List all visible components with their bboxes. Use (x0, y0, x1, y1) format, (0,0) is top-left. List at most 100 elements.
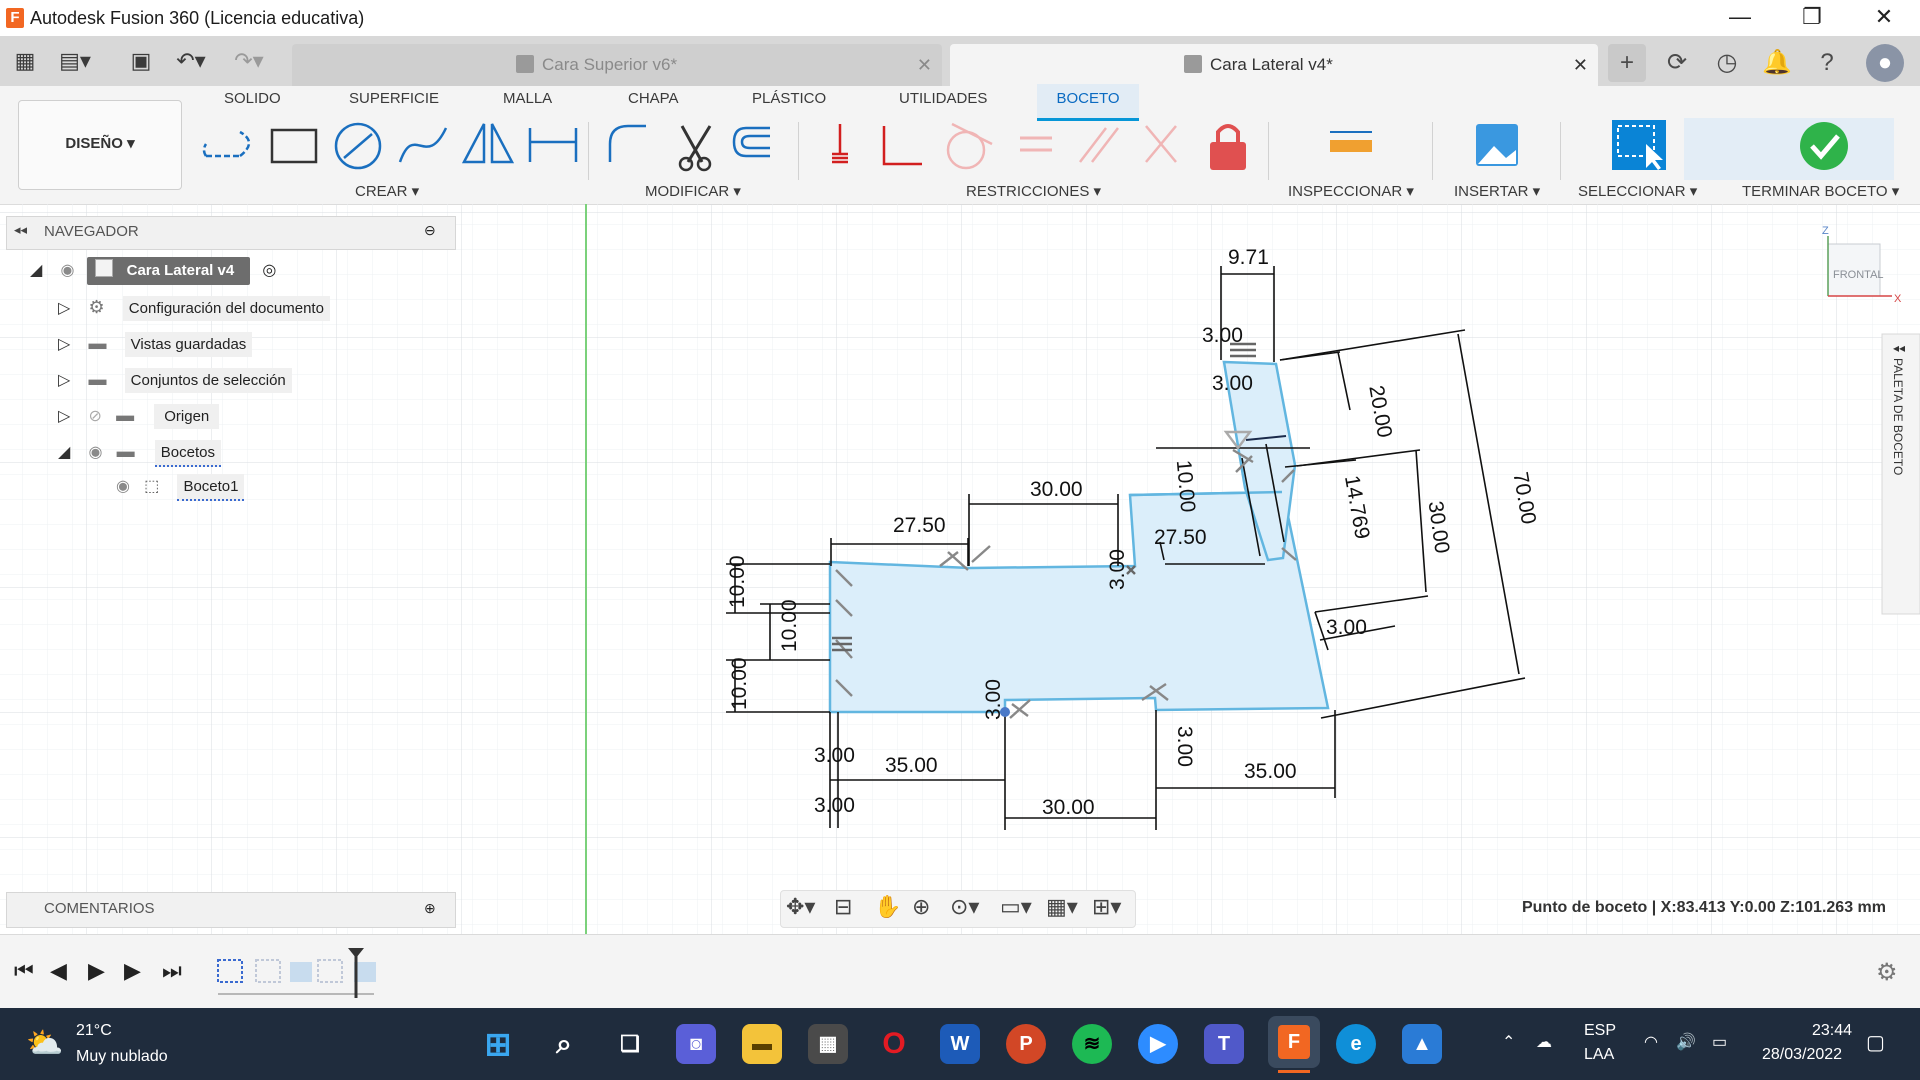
select-icon[interactable] (1612, 120, 1666, 170)
dim-label[interactable]: 30.00 (1030, 478, 1083, 501)
step-back-icon[interactable]: ◀ (50, 958, 67, 984)
dim-label[interactable]: 3.00 (1202, 324, 1243, 347)
group-crear[interactable]: CREAR ▾ (355, 182, 419, 200)
tab-plastico[interactable]: PLÁSTICO (752, 90, 826, 107)
tree-item-bocetos[interactable]: ◢ ◉ ▬ Bocetos (58, 437, 418, 467)
tree-item-config[interactable]: ▷ ⚙ Configuración del documento (58, 293, 418, 321)
tab-superficie[interactable]: SUPERFICIE (349, 90, 439, 107)
maximize-button[interactable]: ❐ (1784, 0, 1840, 36)
chevron-up-icon[interactable]: ⌃ (1502, 1032, 1515, 1052)
close-tab-icon[interactable]: ✕ (1573, 44, 1588, 86)
collapsed-triangle-icon[interactable]: ▷ (58, 408, 70, 425)
collapsed-triangle-icon[interactable]: ▷ (58, 336, 70, 353)
file-icon[interactable]: ▤▾ (58, 44, 92, 78)
coincident-constraint-icon[interactable] (832, 124, 848, 164)
dim-label[interactable]: 35.00 (885, 754, 938, 777)
dim-label[interactable]: 3.00 (1326, 616, 1367, 639)
line-tool-icon[interactable] (202, 130, 251, 158)
pan-icon[interactable]: ✋ (874, 894, 901, 920)
tab-utilidades[interactable]: UTILIDADES (899, 90, 987, 107)
undo-icon[interactable]: ↶▾ (174, 44, 208, 78)
perpendicular-constraint-icon[interactable] (882, 126, 922, 166)
collapsed-triangle-icon[interactable]: ▷ (58, 300, 70, 317)
chat-icon[interactable]: ◙ (676, 1024, 716, 1064)
step-forward-icon[interactable]: ▶ (124, 958, 141, 984)
bell-icon[interactable]: 🔔 (1758, 44, 1796, 82)
play-icon[interactable]: ▶ (88, 958, 105, 984)
tree-item-conjuntos[interactable]: ▷ ▬ Conjuntos de selección (58, 365, 418, 393)
tab-chapa[interactable]: CHAPA (628, 90, 679, 107)
save-icon[interactable]: ▣ (124, 44, 158, 78)
activate-icon[interactable]: ◎ (262, 262, 276, 279)
zoom-icon[interactable]: ⊕ (912, 894, 930, 920)
spline-tool-icon[interactable] (398, 127, 448, 163)
dimension-tool-icon[interactable] (528, 128, 578, 162)
tab-solido[interactable]: SOLIDO (224, 90, 281, 107)
eye-hidden-icon[interactable]: ⊘ (88, 408, 101, 425)
edge-icon[interactable]: e (1336, 1024, 1376, 1064)
gear-icon[interactable]: ⚙ (1876, 958, 1898, 987)
spotify-icon[interactable]: ≋ (1072, 1024, 1112, 1064)
go-to-end-icon[interactable]: ⏭ (162, 958, 182, 984)
dim-label[interactable]: 3.00 (814, 744, 855, 767)
tangent-constraint-icon[interactable] (946, 122, 993, 170)
tab-malla[interactable]: MALLA (503, 90, 552, 107)
dim-label[interactable]: 10.00 (728, 657, 751, 710)
collapsed-triangle-icon[interactable]: ▷ (58, 372, 70, 389)
expanded-triangle-icon[interactable]: ◢ (58, 444, 70, 461)
dim-label[interactable]: 9.71 (1228, 246, 1269, 269)
dim-label[interactable]: 27.50 (893, 514, 946, 537)
battery-icon[interactable]: ▭ (1712, 1032, 1727, 1052)
group-inspeccionar[interactable]: INSPECCIONAR ▾ (1288, 182, 1414, 200)
dim-label[interactable]: 10.00 (778, 599, 801, 652)
fillet-tool-icon[interactable] (608, 124, 646, 162)
opera-icon[interactable]: O (874, 1024, 914, 1064)
circle-tool-icon[interactable] (334, 122, 382, 170)
redo-icon[interactable]: ↷▾ (232, 44, 266, 78)
rectangle-tool-icon[interactable] (270, 128, 318, 164)
dim-label[interactable]: 3.00 (1212, 372, 1253, 395)
powerpoint-icon[interactable]: P (1006, 1024, 1046, 1064)
timeline-sketch-icon[interactable] (255, 959, 281, 983)
timeline-sketch-icon[interactable] (317, 959, 343, 983)
look-at-icon[interactable]: ⊟ (834, 894, 852, 920)
tab-boceto[interactable]: BOCETO (1037, 84, 1139, 121)
tree-item-origen[interactable]: ▷ ⊘ ▬ Origen (58, 401, 418, 429)
fusion-taskbar-icon[interactable]: F (1268, 1016, 1320, 1068)
mirror-tool-icon[interactable] (461, 123, 515, 164)
tree-item-boceto1[interactable]: ◉ ⬚ Boceto1 (116, 473, 416, 501)
grid-settings-icon[interactable]: ▦▾ (1046, 894, 1078, 920)
equal-constraint-icon[interactable] (1020, 136, 1052, 152)
weather-desc[interactable]: Muy nublado (76, 1048, 168, 1066)
wifi-icon[interactable]: ◠ (1644, 1032, 1658, 1052)
help-icon[interactable]: ? (1808, 44, 1846, 82)
minus-icon[interactable]: ⊖ (424, 222, 436, 239)
refresh-icon[interactable]: ⟳ (1658, 44, 1696, 82)
avatar-icon[interactable]: ● (1866, 44, 1904, 82)
grid-icon[interactable]: ▦ (8, 44, 42, 78)
language-top[interactable]: ESP (1584, 1022, 1616, 1040)
group-restricciones[interactable]: RESTRICCIONES ▾ (966, 182, 1101, 200)
parallel-constraint-icon[interactable] (1079, 127, 1119, 163)
group-insertar[interactable]: INSERTAR ▾ (1454, 182, 1540, 200)
close-button[interactable]: ✕ (1856, 0, 1912, 36)
eye-icon[interactable]: ◉ (116, 478, 130, 495)
group-terminar-boceto[interactable]: TERMINAR BOCETO ▾ (1742, 182, 1899, 200)
timeline-track[interactable] (214, 948, 404, 1000)
weather-icon[interactable]: ⛅ (26, 1026, 63, 1061)
measure-icon[interactable] (1330, 131, 1372, 152)
dim-label[interactable]: 3.00 (814, 794, 855, 817)
dim-label[interactable]: 10.00 (726, 555, 749, 608)
dim-label[interactable]: 30.00 (1042, 796, 1095, 819)
clock-icon[interactable]: ◷ (1708, 44, 1746, 82)
dim-label[interactable]: 27.50 (1154, 526, 1207, 549)
eye-icon[interactable]: ◉ (60, 262, 74, 279)
collapse-icon[interactable]: ◂◂ (14, 222, 27, 238)
notification-icon[interactable]: ▢ (1866, 1030, 1885, 1055)
lock-icon[interactable] (1210, 124, 1246, 170)
workspace-selector[interactable]: DISEÑO ▾ (18, 100, 182, 190)
minimize-button[interactable]: — (1712, 0, 1768, 36)
cloud-icon[interactable]: ☁ (1536, 1032, 1552, 1052)
clock-time[interactable]: 23:44 (1812, 1022, 1852, 1040)
photos-icon[interactable]: ▲ (1402, 1024, 1442, 1064)
